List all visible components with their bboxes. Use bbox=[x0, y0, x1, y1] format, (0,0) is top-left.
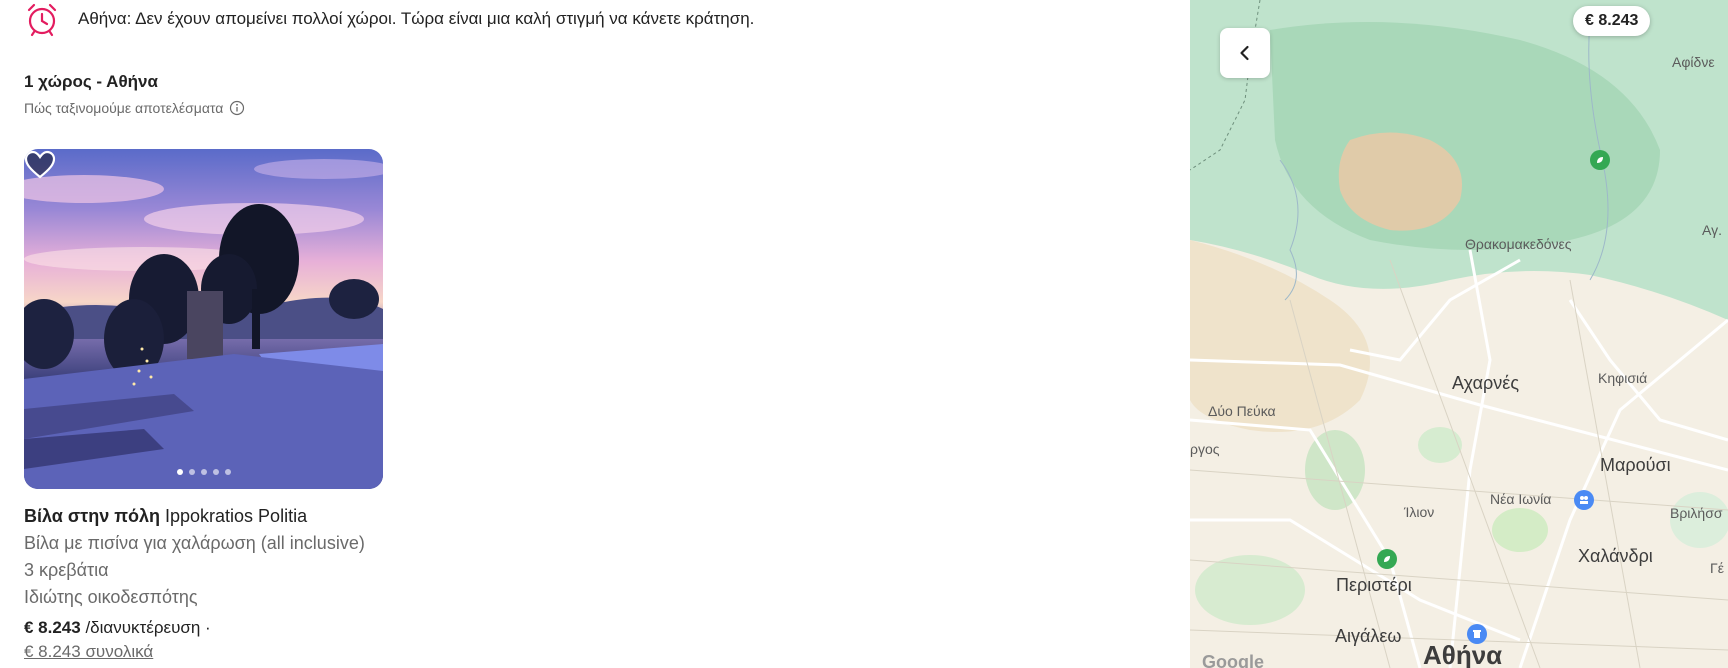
map-label-ag: Αγ. bbox=[1702, 222, 1722, 238]
listing-title[interactable]: Βίλα στην πόλη Ippokratios Politia bbox=[24, 506, 383, 527]
notice-text: Αθήνα: Δεν έχουν απομείνει πολλοί χώροι.… bbox=[78, 9, 755, 28]
map-label-thrakomakedones: Θρακομακεδόνες bbox=[1465, 236, 1572, 252]
price-unit: /διανυκτέρευση · bbox=[80, 618, 211, 637]
listing-subtitle: Βίλα με πισίνα για χαλάρωση (all inclusi… bbox=[24, 533, 365, 553]
park-poi-icon[interactable] bbox=[1590, 150, 1610, 170]
sort-info-label: Πώς ταξινομούμε αποτελέσματα bbox=[24, 100, 224, 116]
people-icon bbox=[1580, 496, 1588, 504]
favorite-heart-icon[interactable] bbox=[24, 149, 56, 181]
map-price-pin[interactable]: € 8.243 bbox=[1573, 6, 1651, 36]
price-per-night: € 8.243 bbox=[24, 618, 81, 637]
map-base bbox=[1190, 0, 1728, 668]
map-label-dyo-pefka: Δύο Πεύκα bbox=[1208, 403, 1276, 419]
total-price-link[interactable]: € 8.243 συνολικά bbox=[24, 642, 383, 662]
google-logo: Google bbox=[1202, 652, 1264, 668]
alarm-clock-icon bbox=[27, 3, 57, 37]
photo-dot[interactable] bbox=[224, 469, 231, 475]
collapse-map-button[interactable] bbox=[1220, 28, 1270, 78]
info-icon bbox=[230, 100, 245, 116]
photo-dot[interactable] bbox=[188, 469, 195, 475]
map-label-vrilissia: Βριλήσσ bbox=[1670, 505, 1723, 521]
map-label-marousi: Μαρούσι bbox=[1600, 455, 1671, 475]
map-label-kifisia: Κηφισιά bbox=[1598, 370, 1648, 386]
listing-card[interactable]: Βίλα στην πόλη Ippokratios Politia Βίλα … bbox=[24, 149, 383, 662]
map-view[interactable]: € 8.243 Θρακομακεδόνες Αχαρνές Κηφισιά Δ… bbox=[1190, 0, 1728, 668]
map-label-acharnes: Αχαρνές bbox=[1452, 373, 1519, 393]
listing-photo[interactable] bbox=[24, 149, 383, 489]
map-label-ge: Γέ bbox=[1710, 560, 1724, 576]
photo-pagination bbox=[24, 469, 383, 475]
results-count-title: 1 χώρος - Αθήνα bbox=[24, 72, 158, 91]
map-label-ilion: Ίλιον bbox=[1404, 504, 1435, 520]
map-label-nea-ionia: Νέα Ιωνία bbox=[1490, 491, 1552, 507]
listing-beds: 3 κρεβάτια bbox=[24, 560, 109, 580]
map-label-afidnes: Αφίδνε bbox=[1672, 54, 1715, 70]
map-label-peristeri: Περιστέρι bbox=[1336, 575, 1412, 595]
photo-dot[interactable] bbox=[212, 469, 219, 475]
map-label-argos: ργος bbox=[1190, 441, 1220, 457]
leaf-icon bbox=[1597, 157, 1603, 163]
photo-dot[interactable] bbox=[176, 469, 183, 475]
results-panel: Αθήνα: Δεν έχουν απομείνει πολλοί χώροι.… bbox=[0, 0, 1188, 668]
listing-title-rest: Ippokratios Politia bbox=[160, 506, 308, 526]
photo-dot[interactable] bbox=[200, 469, 207, 475]
photo-scene bbox=[24, 159, 383, 489]
listing-host-type: Ιδιώτης οικοδεσπότης bbox=[24, 587, 198, 607]
sort-info-link[interactable]: Πώς ταξινομούμε αποτελέσματα bbox=[24, 100, 245, 116]
park-poi-icon[interactable] bbox=[1377, 549, 1397, 569]
listing-price-row: € 8.243 /διανυκτέρευση · bbox=[24, 618, 383, 638]
chevron-left-icon bbox=[1240, 45, 1249, 61]
availability-notice: Αθήνα: Δεν έχουν απομείνει πολλοί χώροι.… bbox=[24, 0, 754, 38]
map-label-chalandri: Χαλάνδρι bbox=[1578, 546, 1653, 566]
place-poi-icon[interactable] bbox=[1574, 490, 1594, 510]
map-label-aigaleo: Αιγάλεω bbox=[1335, 626, 1402, 646]
map-label-athina: Αθήνα bbox=[1423, 640, 1503, 668]
leaf-icon bbox=[1384, 556, 1390, 562]
listing-title-bold: Βίλα στην πόλη bbox=[24, 506, 160, 526]
building-icon bbox=[1473, 630, 1481, 638]
